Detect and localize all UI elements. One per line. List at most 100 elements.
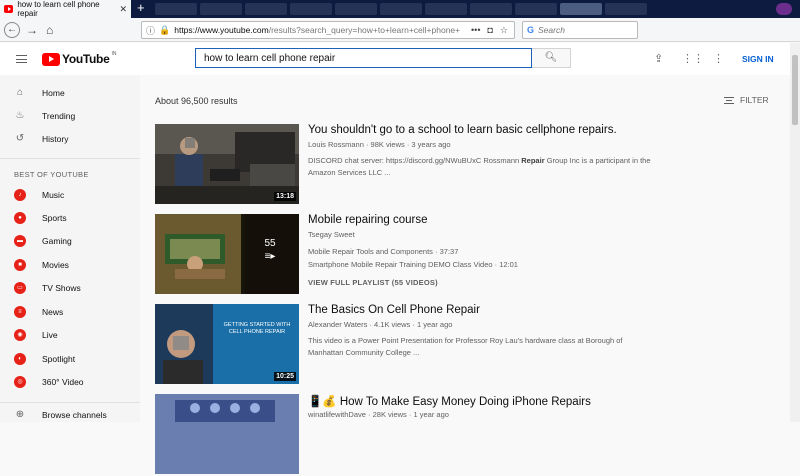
gaming-icon: ▬ [14,235,26,247]
pocket-icon[interactable]: ◘ [487,25,492,36]
search-placeholder: Search [538,25,565,35]
address-bar[interactable]: ⓘ 🔒 https://www.youtube.com/results?sear… [141,21,515,39]
sidebar-item-label: Spotlight [42,354,76,364]
browser-tab-active[interactable]: how to learn cell phone repair ✕ [0,0,131,18]
playlist-count: 55 [264,238,276,249]
sidebar-item-label: TV Shows [42,283,81,293]
background-tab[interactable] [200,3,242,15]
scrollbar-thumb[interactable] [792,55,798,125]
video-thumbnail[interactable] [155,394,299,474]
filter-button[interactable]: FILTER [724,95,769,105]
playlist-overlay: 55 ≡▸ [241,214,299,294]
sidebar-item-tv-shows[interactable]: ▭ TV Shows [14,280,81,296]
playlist-video-line[interactable]: Smartphone Mobile Repair Training DEMO C… [308,260,518,269]
video-duration: 13:18 [274,192,296,201]
sidebar-item-label: History [42,134,69,144]
info-icon[interactable]: ⓘ [146,24,155,37]
background-tab[interactable] [470,3,512,15]
sidebar-item-label: Sports [42,213,67,223]
sidebar-item-360-video[interactable]: ◎ 360° Video [14,374,84,390]
settings-more-icon[interactable]: ⋮ [713,52,724,66]
youtube-logo[interactable]: YouTube IN [42,51,116,66]
description-text: Group Inc is a participant in the [544,156,651,165]
background-tab[interactable] [380,3,422,15]
sidebar-item-label: Home [42,88,65,98]
apps-grid-icon[interactable]: ⋮⋮ [682,52,704,66]
sidebar-divider [0,402,140,403]
sidebar-item-news[interactable]: ≡ News [14,304,63,320]
sidebar-divider [0,158,140,159]
view-full-playlist-link[interactable]: VIEW FULL PLAYLIST (55 VIDEOS) [308,278,438,287]
background-tab[interactable] [425,3,467,15]
channel-name[interactable]: Louis Rossmann [308,140,364,149]
sidebar-item-movies[interactable]: ■ Movies [14,257,69,273]
sidebar-item-gaming[interactable]: ▬ Gaming [14,233,72,249]
sidebar-item-music[interactable]: ♪ Music [14,187,64,203]
video-thumbnail[interactable]: GETTING STARTED WITH CELL PHONE REPAIR 1… [155,304,299,384]
lock-icon: 🔒 [159,24,171,35]
360-video-icon: ◎ [14,376,26,388]
background-tab[interactable] [335,3,377,15]
menu-hamburger-icon[interactable] [16,55,27,63]
sidebar-item-history[interactable]: ↺ History [14,131,69,147]
playlist-channel[interactable]: Tsegay Sweet [308,230,355,239]
video-result[interactable]: GETTING STARTED WITH CELL PHONE REPAIR 1… [155,304,775,386]
video-duration: 10:25 [274,372,296,381]
url-actions: ••• ◘ ☆ [471,25,508,36]
playlist-title[interactable]: Mobile repairing course [308,214,428,226]
playlist-thumbnail[interactable]: 55 ≡▸ [155,214,299,294]
video-meta: Louis Rossmann · 98K views · 3 years ago [308,140,451,149]
channel-name[interactable]: winatlifewithDave [308,410,366,419]
sidebar-item-sports[interactable]: ● Sports [14,210,67,226]
video-thumbnail[interactable]: 13:18 [155,124,299,204]
sidebar-item-spotlight[interactable]: ◐ Spotlight [14,351,75,367]
upload-age: 3 years ago [411,140,451,149]
search-input[interactable] [195,48,532,68]
background-tab[interactable] [290,3,332,15]
results-count: About 96,500 results [155,96,238,106]
background-tab[interactable] [515,3,557,15]
background-tab[interactable] [155,3,197,15]
playlist-icon: ≡▸ [264,251,276,262]
home-icon: ⌂ [16,87,24,98]
back-arrow-icon[interactable]: ← [4,22,20,38]
description-highlight: Repair [521,156,545,165]
thumbnail-image [155,394,299,474]
filter-label: FILTER [740,95,769,105]
search-icon: 🔍︎ [544,52,558,63]
tab-close-icon[interactable]: ✕ [119,4,127,15]
upload-icon[interactable]: ⇪ [654,52,663,66]
video-title[interactable]: 📱💰 How To Make Easy Money Doing iPhone R… [308,394,591,408]
background-tab[interactable] [560,3,602,15]
new-tab-icon[interactable]: + [137,1,145,15]
background-tab[interactable] [605,3,647,15]
playlist-video-line[interactable]: Mobile Repair Tools and Components · 37:… [308,247,458,256]
video-title[interactable]: The Basics On Cell Phone Repair [308,304,480,316]
more-actions-icon[interactable]: ••• [471,25,480,36]
sign-in-button[interactable]: SIGN IN [742,52,774,66]
filter-icon [724,96,734,104]
home-icon[interactable]: ⌂ [46,22,53,38]
sidebar-item-trending[interactable]: ♨ Trending [14,108,76,124]
channel-name[interactable]: Alexander Waters [308,320,367,329]
video-title[interactable]: You shouldn't go to a school to learn ba… [308,124,617,136]
sidebar: ⌂ Home ♨ Trending ↺ History BEST OF YOUT… [0,75,140,422]
browser-search-box[interactable]: G Search [522,21,638,39]
background-tabs [155,3,647,16]
sidebar-item-live[interactable]: ◉ Live [14,327,58,343]
forward-arrow-icon[interactable]: → [26,22,38,38]
video-result[interactable]: 📱💰 How To Make Easy Money Doing iPhone R… [155,394,775,476]
sidebar-item-label: Movies [42,260,69,270]
search-button[interactable]: 🔍︎ [532,48,571,68]
page-scrollbar[interactable] [790,43,800,422]
tv-icon: ▭ [14,282,26,294]
sidebar-item-browse-channels[interactable]: ⊕ Browse channels [14,407,107,423]
private-browsing-mask-icon [776,3,792,15]
bookmark-star-icon[interactable]: ☆ [500,25,508,36]
sidebar-item-home[interactable]: ⌂ Home [14,85,65,101]
playlist-result[interactable]: 55 ≡▸ Mobile repairing course Tsegay Swe… [155,214,775,296]
google-search-icon: G [527,25,535,35]
video-result[interactable]: 13:18 You shouldn't go to a school to le… [155,124,775,206]
sidebar-item-label: News [42,307,64,317]
background-tab[interactable] [245,3,287,15]
